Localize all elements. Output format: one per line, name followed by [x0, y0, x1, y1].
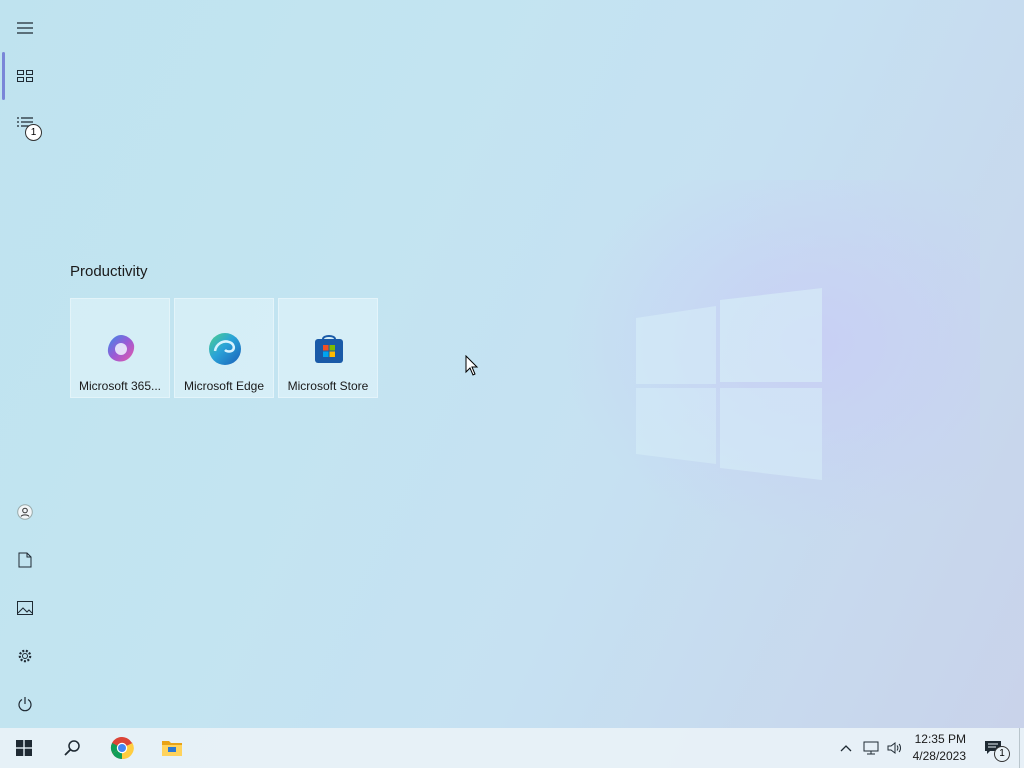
chrome-button[interactable] [98, 728, 146, 768]
mouse-cursor [465, 355, 479, 376]
volume-button[interactable] [884, 728, 906, 768]
picture-icon [17, 601, 33, 615]
wallpaper-glow [560, 180, 980, 540]
tile-microsoft-store[interactable]: Microsoft Store [278, 298, 378, 398]
network-button[interactable] [860, 728, 882, 768]
clock-time: 12:35 PM [914, 732, 966, 746]
power-button[interactable] [0, 680, 50, 728]
gear-icon [18, 649, 32, 663]
power-icon [18, 697, 32, 712]
all-apps-badge: 1 [25, 124, 42, 141]
hamburger-button[interactable] [0, 4, 50, 52]
hamburger-icon [17, 22, 33, 34]
start-menu-rail: 1 [0, 0, 50, 728]
file-explorer-icon [162, 741, 182, 756]
user-icon [17, 504, 33, 520]
network-icon [863, 741, 879, 755]
show-desktop-divider[interactable] [1019, 728, 1020, 768]
user-button[interactable] [0, 488, 50, 536]
tile-microsoft-edge[interactable]: Microsoft Edge [174, 298, 274, 398]
tile-microsoft-365[interactable]: Microsoft 365... [70, 298, 170, 398]
all-apps-button[interactable] [0, 100, 50, 148]
edge-icon [209, 333, 241, 365]
action-center-button[interactable]: 1 [978, 728, 1010, 768]
start-button[interactable] [0, 728, 48, 768]
chevron-up-icon [840, 745, 852, 752]
tile-label: Microsoft Edge [183, 379, 265, 393]
volume-icon [887, 742, 901, 754]
windows-wallpaper-logo [636, 288, 822, 480]
search-icon [64, 740, 80, 756]
store-icon [315, 335, 343, 363]
microsoft-365-icon [107, 335, 135, 362]
group-title[interactable]: Productivity [70, 263, 148, 280]
clock[interactable]: 12:35 PM 4/28/2023 [913, 731, 966, 765]
settings-button[interactable] [0, 632, 50, 680]
notification-badge: 1 [994, 746, 1010, 762]
taskbar: 12:35 PM 4/28/2023 1 [0, 728, 1024, 768]
tiles-icon [17, 70, 33, 82]
document-icon [18, 552, 32, 568]
start-icon [16, 740, 32, 756]
file-explorer-button[interactable] [148, 728, 196, 768]
search-button[interactable] [48, 728, 96, 768]
pinned-tiles-button[interactable] [0, 52, 50, 100]
tile-label: Microsoft Store [287, 379, 369, 393]
pictures-button[interactable] [0, 584, 50, 632]
documents-button[interactable] [0, 536, 50, 584]
show-hidden-icons-button[interactable] [836, 728, 856, 768]
chrome-icon [110, 736, 134, 760]
clock-date: 4/28/2023 [912, 749, 966, 763]
tile-label: Microsoft 365... [78, 379, 162, 393]
